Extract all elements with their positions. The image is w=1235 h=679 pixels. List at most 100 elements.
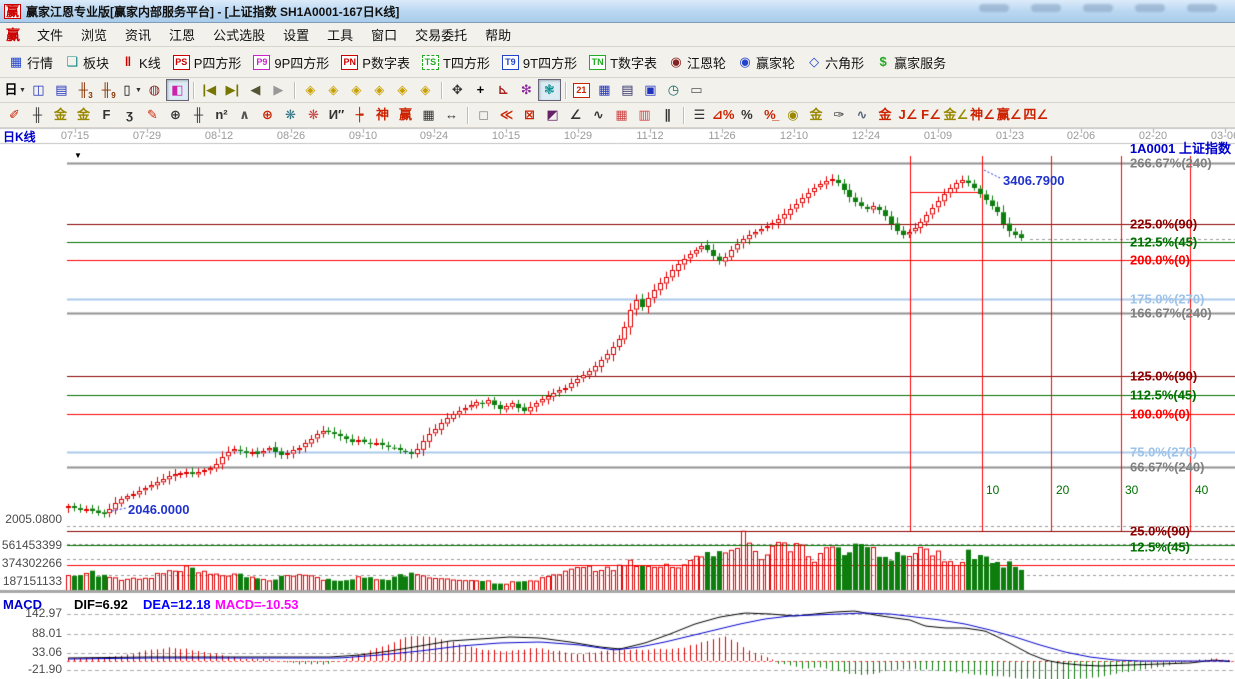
p-square-icon: PS [173, 55, 190, 70]
price-grid-lines-button[interactable]: ▥ [633, 104, 656, 126]
market-overview-button[interactable]: ◫ [27, 79, 50, 101]
calculator-button[interactable]: ▦ [593, 79, 616, 101]
gold-lines-button[interactable]: 金 [804, 104, 827, 126]
fib-ruler-button[interactable]: F [95, 104, 118, 126]
menu-item-4[interactable]: 江恩 [160, 26, 204, 45]
gold-red-button[interactable]: 金 [873, 104, 896, 126]
square-of-nine-button[interactable]: n² [210, 104, 233, 126]
price-grid-button[interactable]: ▦ [610, 104, 633, 126]
menu-item-9[interactable]: 交易委托 [406, 26, 476, 45]
sectors-button[interactable]: ❏板块 [59, 50, 115, 75]
time-grid-button[interactable]: ╫ [187, 104, 210, 126]
angle-gold-button[interactable]: 金∠ [942, 104, 969, 126]
draw-pen-button[interactable]: ✐ [3, 104, 26, 126]
grid-123-button[interactable]: ▦ [417, 104, 440, 126]
percent-lines-button[interactable]: %̲ [758, 104, 781, 126]
date-axis-label: 02-06 [1067, 131, 1095, 142]
diagonal-box-button[interactable]: ◩ [541, 104, 564, 126]
shen-ruler-button[interactable]: 神 [371, 104, 394, 126]
9t-square-button[interactable]: T99T四方形 [496, 50, 583, 75]
menu-item-2[interactable]: 浏览 [72, 26, 116, 45]
gann-web-button[interactable]: ❋ [279, 104, 302, 126]
calendar-button[interactable]: 21 [570, 79, 593, 101]
print-button[interactable]: ▭ [685, 79, 708, 101]
pan-hand-button[interactable]: ✥ [446, 79, 469, 101]
angle-fan-button[interactable]: ∠ [564, 104, 587, 126]
hexagon-button[interactable]: ◇六角形 [801, 50, 870, 75]
fan-box-button[interactable]: ⊠ [518, 104, 541, 126]
period-day-button[interactable]: 日▼ [3, 79, 27, 101]
ma-3-button[interactable]: ╫3 [73, 79, 96, 101]
t-number-table-button[interactable]: TNT数字表 [583, 50, 663, 75]
spiral-button[interactable]: ʒ [118, 104, 141, 126]
time-price-mark-button[interactable]: ┾ [348, 104, 371, 126]
menu-item-3[interactable]: 资讯 [116, 26, 160, 45]
t-square-button[interactable]: TST四方形 [416, 50, 496, 75]
save-button[interactable]: ▣ [639, 79, 662, 101]
compress-x-button[interactable]: ◈ [368, 79, 391, 101]
candle-style-button[interactable]: ▯▼ [119, 79, 143, 101]
zigzag-button[interactable]: ∿ [587, 104, 610, 126]
wave-tool-button[interactable]: ∿ [850, 104, 873, 126]
ying-ruler-button[interactable]: 赢 [394, 104, 417, 126]
brush-lines-button[interactable]: ✑ [827, 104, 850, 126]
menu-item-8[interactable]: 窗口 [362, 26, 406, 45]
jump-first-button[interactable]: |◀ [198, 79, 221, 101]
gann-wheel-button[interactable]: ◉江恩轮 [663, 50, 732, 75]
compass-button[interactable]: ⊕ [256, 104, 279, 126]
intraday-clock-button[interactable]: ◷ [662, 79, 685, 101]
percent-button[interactable]: % [735, 104, 758, 126]
angle-si-button[interactable]: 四∠ [1022, 104, 1049, 126]
box-tool-button[interactable]: ◻ [472, 104, 495, 126]
trend-angle-button[interactable]: ∧ [233, 104, 256, 126]
angle-marks-button[interactable]: И″ [325, 104, 348, 126]
cycle-circle-button[interactable]: ⊕ [164, 104, 187, 126]
step-forward-button[interactable]: ▶ [267, 79, 290, 101]
expand-left-button[interactable]: ◈ [299, 79, 322, 101]
menu-item-5[interactable]: 公式选股 [204, 26, 274, 45]
kline-button[interactable]: ǁK线 [115, 50, 167, 75]
menu-item-6[interactable]: 设置 [274, 26, 318, 45]
gann-tool-button[interactable]: ❇ [515, 79, 538, 101]
step-back-button[interactable]: ◀ [244, 79, 267, 101]
title-bar[interactable]: 赢 赢家江恩专业版[赢家内部服务平台] - [上证指数 SH1A0001-167… [0, 0, 1235, 23]
angle-ying-button[interactable]: 赢∠ [996, 104, 1023, 126]
crosshair-button[interactable]: + [469, 79, 492, 101]
quotes-button[interactable]: ▦行情 [3, 50, 59, 75]
winner-wheel-button[interactable]: ◉赢家轮 [732, 50, 801, 75]
gann-web-grid-button[interactable]: ❋ [302, 104, 325, 126]
angle-j-button[interactable]: J∠ [896, 104, 919, 126]
memo-button[interactable]: ▤ [616, 79, 639, 101]
gann-brain-button[interactable]: ❃ [538, 79, 561, 101]
angle-measure-button[interactable]: ⊾ [492, 79, 515, 101]
zoom-out-x-button[interactable]: ◈ [414, 79, 437, 101]
fan-lines-button[interactable]: ≪ [495, 104, 518, 126]
p-number-table-button[interactable]: PNP数字表 [335, 50, 416, 75]
angle-shen-button[interactable]: 神∠ [969, 104, 996, 126]
gold-circle-button[interactable]: ◉ [781, 104, 804, 126]
menu-item-7[interactable]: 工具 [318, 26, 362, 45]
span-measure-button[interactable]: ↔ [440, 104, 463, 126]
gold-ruler-button[interactable]: 金 [49, 104, 72, 126]
parallel-lines-button[interactable]: ∥ [656, 104, 679, 126]
menu-item-1[interactable]: 文件 [28, 26, 72, 45]
time-ruler-button[interactable]: ╫ [26, 104, 49, 126]
gann-mask-button[interactable]: ◍ [143, 79, 166, 101]
jump-last-button[interactable]: ▶| [221, 79, 244, 101]
quote-board-button[interactable]: ▤ [50, 79, 73, 101]
gold-ruler-2-button[interactable]: 金 [72, 104, 95, 126]
angle-f-button[interactable]: F∠ [919, 104, 942, 126]
expand-right-button[interactable]: ◈ [322, 79, 345, 101]
mark-pen-button[interactable]: ✎ [141, 104, 164, 126]
menu-item-10[interactable]: 帮助 [476, 26, 520, 45]
winner-service-button[interactable]: $赢家服务 [870, 50, 952, 75]
p-square-button[interactable]: PSP四方形 [167, 50, 248, 75]
9p-square-button[interactable]: P99P四方形 [247, 50, 335, 75]
expand-both-button[interactable]: ◈ [345, 79, 368, 101]
percent-angle-button[interactable]: ⊿% [711, 104, 735, 126]
ma-9-button[interactable]: ╫9 [96, 79, 119, 101]
zoom-in-x-button[interactable]: ◈ [391, 79, 414, 101]
price-axis-label: 2005.0800 [0, 513, 62, 525]
color-volume-button[interactable]: ◧ [166, 79, 189, 101]
stats-list-button[interactable]: ☰ [688, 104, 711, 126]
